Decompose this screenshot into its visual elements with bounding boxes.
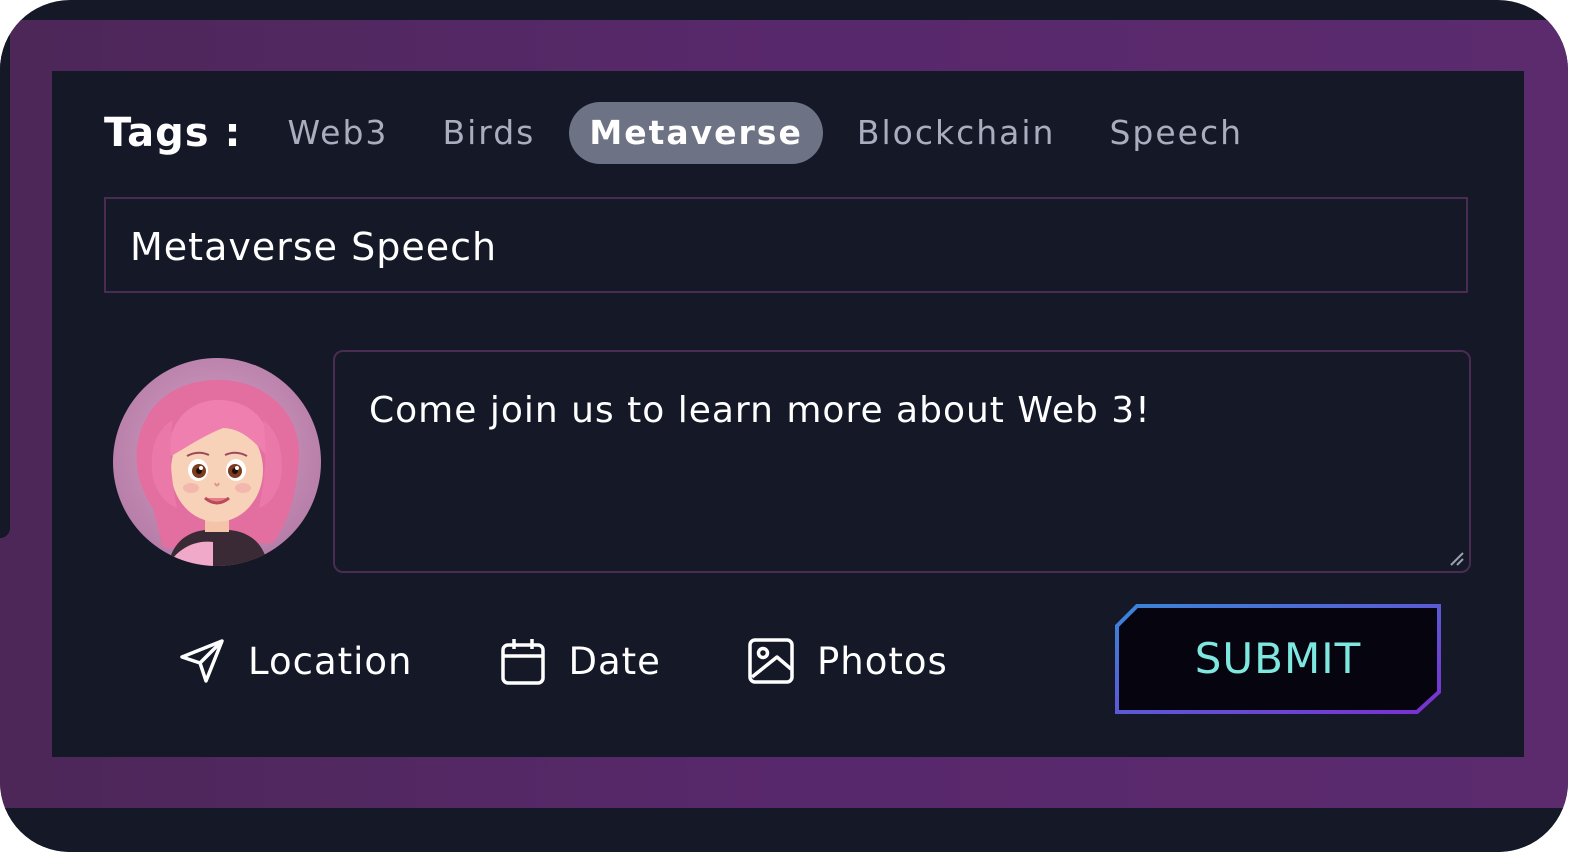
tags-row: Tags : Web3 Birds Metaverse Blockchain S… — [104, 102, 1277, 164]
location-label: Location — [248, 639, 413, 683]
avatar-illustration — [136, 379, 300, 566]
composer-actions: Location Date Photos — [178, 632, 1034, 690]
message-textarea[interactable]: Come join us to learn more about Web 3! — [333, 350, 1471, 573]
date-label: Date — [568, 639, 661, 683]
bottom-strip — [0, 808, 1568, 852]
composer-device: Tags : Web3 Birds Metaverse Blockchain S… — [0, 0, 1568, 852]
resize-grip-icon[interactable] — [1449, 551, 1465, 567]
message-text: Come join us to learn more about Web 3! — [369, 390, 1151, 431]
tag-metaverse[interactable]: Metaverse — [569, 102, 823, 164]
date-button[interactable]: Date — [499, 637, 661, 685]
tags-label: Tags : — [104, 110, 242, 156]
frame-edge — [0, 20, 10, 538]
avatar — [113, 358, 321, 566]
tag-web3[interactable]: Web3 — [267, 102, 408, 164]
tag-blockchain[interactable]: Blockchain — [837, 102, 1076, 164]
location-button[interactable]: Location — [178, 637, 413, 685]
tag-speech[interactable]: Speech — [1089, 102, 1263, 164]
title-input[interactable]: Metaverse Speech — [104, 197, 1468, 293]
location-arrow-icon — [180, 639, 224, 683]
photos-button[interactable]: Photos — [747, 637, 948, 685]
submit-label: SUBMIT — [1194, 634, 1362, 683]
calendar-icon — [500, 639, 545, 685]
image-icon — [748, 638, 794, 684]
submit-button[interactable]: SUBMIT — [1115, 604, 1441, 714]
photos-label: Photos — [816, 639, 948, 683]
tag-birds[interactable]: Birds — [422, 102, 555, 164]
